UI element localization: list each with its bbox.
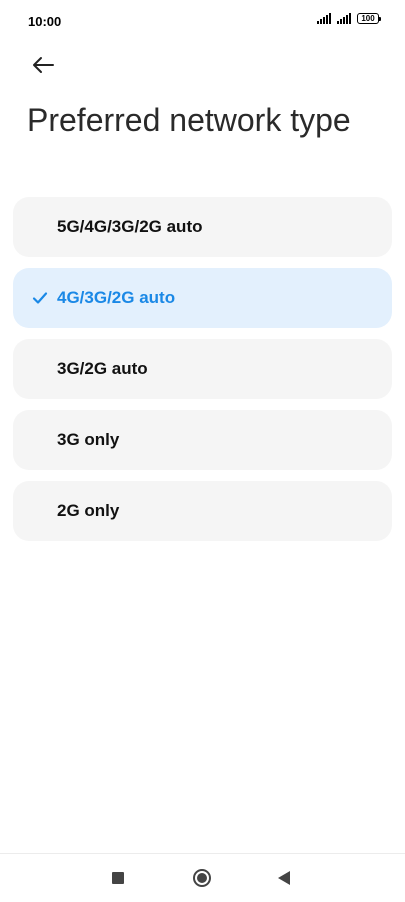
- page-title: Preferred network type: [27, 102, 351, 138]
- arrow-left-icon: [33, 57, 54, 73]
- option-label: 3G/2G auto: [57, 359, 148, 378]
- battery-level: 100: [361, 13, 375, 23]
- circle-icon[interactable]: [193, 869, 211, 887]
- option-label: 4G/3G/2G auto: [57, 288, 176, 307]
- navigation-bar: [0, 853, 405, 902]
- option-3g-only[interactable]: 3G only: [13, 410, 392, 470]
- status-icons: 100: [317, 13, 381, 24]
- signal-icon: [337, 13, 351, 24]
- option-label: 2G only: [57, 501, 120, 520]
- signal-icon: [317, 13, 331, 24]
- triangle-back-icon[interactable]: [278, 871, 290, 885]
- check-icon: [32, 292, 48, 304]
- status-time: 10:00: [28, 14, 62, 29]
- option-5g-4g-3g-2g-auto[interactable]: 5G/4G/3G/2G auto: [13, 197, 392, 257]
- option-label: 3G only: [57, 430, 120, 449]
- network-type-options: 5G/4G/3G/2G auto 4G/3G/2G auto 3G/2G aut…: [13, 197, 392, 541]
- battery-icon: 100: [357, 13, 381, 24]
- status-bar: 10:00 100: [0, 0, 405, 40]
- back-button[interactable]: [26, 48, 60, 82]
- option-3g-2g-auto[interactable]: 3G/2G auto: [13, 339, 392, 399]
- home-dot: [197, 873, 207, 883]
- option-label: 5G/4G/3G/2G auto: [57, 217, 203, 236]
- option-4g-3g-2g-auto[interactable]: 4G/3G/2G auto: [13, 268, 392, 328]
- square-icon[interactable]: [112, 872, 124, 884]
- option-2g-only[interactable]: 2G only: [13, 481, 392, 541]
